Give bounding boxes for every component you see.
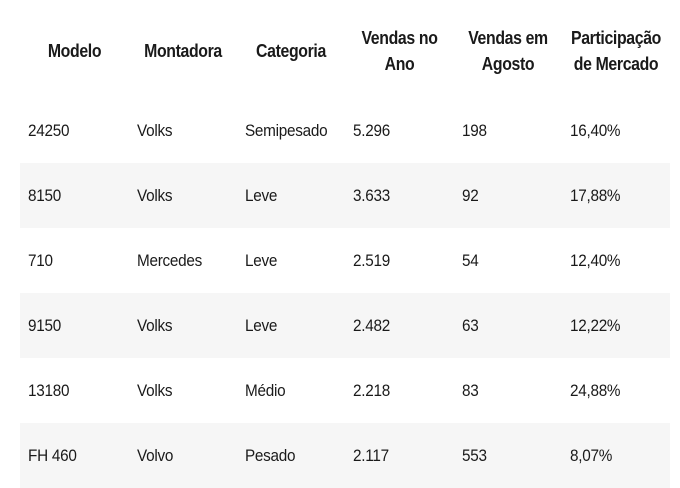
cell-text: Médio	[245, 380, 286, 400]
table-row: 8150 Volks Leve 3.633 92 17,88%	[20, 163, 670, 228]
cell-text: 12,22%	[570, 315, 621, 335]
header-participacao-line2: de Mercado	[573, 54, 659, 74]
cell-categoria: Leve	[237, 228, 345, 293]
cell-vendas-ano: 5.296	[345, 98, 454, 163]
cell-text: 12,40%	[570, 250, 621, 270]
cell-vendas-agosto: 83	[454, 358, 562, 423]
cell-vendas-ano: 3.633	[345, 163, 454, 228]
cell-modelo: 13180	[20, 358, 129, 423]
cell-text: 54	[462, 250, 479, 270]
cell-text: Leve	[245, 315, 278, 335]
cell-text: 710	[28, 250, 53, 270]
table-row: FH 460 Volvo Pesado 2.117 553 8,07%	[20, 423, 670, 488]
header-vendas-agosto-line1: Vendas em	[468, 28, 548, 48]
cell-montadora: Volks	[129, 98, 237, 163]
cell-text: 553	[462, 445, 487, 465]
cell-montadora: Volks	[129, 163, 237, 228]
cell-categoria: Pesado	[237, 423, 345, 488]
cell-modelo: 9150	[20, 293, 129, 358]
cell-text: 3.633	[353, 185, 390, 205]
header-categoria: Categoria	[243, 4, 339, 98]
cell-montadora: Volks	[129, 293, 237, 358]
sales-table: Modelo Montadora Categoria Vendas no Ano …	[20, 4, 670, 488]
cell-vendas-agosto: 198	[454, 98, 562, 163]
header-categoria-label: Categoria	[256, 41, 326, 61]
cell-text: 198	[462, 120, 487, 140]
cell-text: 92	[462, 185, 479, 205]
cell-text: 63	[462, 315, 479, 335]
cell-vendas-ano: 2.218	[345, 358, 454, 423]
header-modelo: Modelo	[26, 4, 123, 98]
cell-participacao: 12,22%	[562, 293, 670, 358]
table-row: 710 Mercedes Leve 2.519 54 12,40%	[20, 228, 670, 293]
cell-montadora: Mercedes	[129, 228, 237, 293]
cell-text: 2.519	[353, 250, 390, 270]
header-vendas-agosto: Vendas em Agosto	[460, 4, 556, 98]
header-row: Modelo Montadora Categoria Vendas no Ano …	[20, 4, 670, 98]
cell-text: 2.117	[353, 445, 389, 465]
cell-categoria: Leve	[237, 163, 345, 228]
table-row: 9150 Volks Leve 2.482 63 12,22%	[20, 293, 670, 358]
sales-table-container: Modelo Montadora Categoria Vendas no Ano …	[20, 4, 670, 488]
cell-modelo: FH 460	[20, 423, 129, 488]
header-vendas-ano: Vendas no Ano	[351, 4, 448, 98]
cell-vendas-agosto: 553	[454, 423, 562, 488]
table-body: 24250 Volks Semipesado 5.296 198 16,40% …	[20, 98, 670, 488]
header-vendas-ano-line1: Vendas no	[361, 28, 438, 48]
cell-vendas-ano: 2.519	[345, 228, 454, 293]
cell-text: 8150	[28, 185, 61, 205]
table-header: Modelo Montadora Categoria Vendas no Ano …	[20, 4, 670, 98]
header-montadora: Montadora	[135, 4, 231, 98]
header-vendas-ano-line2: Ano	[384, 54, 415, 74]
cell-modelo: 710	[20, 228, 129, 293]
cell-text: 2.218	[353, 380, 390, 400]
cell-participacao: 17,88%	[562, 163, 670, 228]
cell-vendas-agosto: 92	[454, 163, 562, 228]
cell-text: 9150	[28, 315, 61, 335]
cell-text: 24,88%	[570, 380, 621, 400]
header-modelo-label: Modelo	[47, 41, 102, 61]
cell-text: Pesado	[245, 445, 296, 465]
cell-text: 13180	[28, 380, 70, 400]
cell-text: 5.296	[353, 120, 390, 140]
table-row: 13180 Volks Médio 2.218 83 24,88%	[20, 358, 670, 423]
cell-text: 2.482	[353, 315, 390, 335]
cell-text: Mercedes	[137, 250, 203, 270]
cell-montadora: Volks	[129, 358, 237, 423]
cell-categoria: Leve	[237, 293, 345, 358]
cell-text: Volks	[137, 120, 173, 140]
cell-participacao: 12,40%	[562, 228, 670, 293]
header-montadora-label: Montadora	[144, 41, 222, 61]
header-participacao: Participação de Mercado	[568, 4, 664, 98]
cell-vendas-ano: 2.117	[345, 423, 454, 488]
cell-text: Volks	[137, 315, 173, 335]
cell-categoria: Médio	[237, 358, 345, 423]
cell-montadora: Volvo	[129, 423, 237, 488]
cell-text: FH 460	[28, 445, 77, 465]
cell-text: Volks	[137, 380, 173, 400]
cell-categoria: Semipesado	[237, 98, 345, 163]
cell-participacao: 16,40%	[562, 98, 670, 163]
cell-modelo: 24250	[20, 98, 129, 163]
header-vendas-agosto-line2: Agosto	[481, 54, 535, 74]
cell-text: Volks	[137, 185, 173, 205]
cell-text: 17,88%	[570, 185, 621, 205]
cell-text: 24250	[28, 120, 70, 140]
cell-text: Leve	[245, 250, 278, 270]
cell-text: Volvo	[137, 445, 174, 465]
header-participacao-line1: Participação	[570, 28, 661, 48]
cell-text: Semipesado	[245, 120, 328, 140]
cell-modelo: 8150	[20, 163, 129, 228]
cell-text: 16,40%	[570, 120, 621, 140]
cell-participacao: 8,07%	[562, 423, 670, 488]
cell-vendas-ano: 2.482	[345, 293, 454, 358]
cell-vendas-agosto: 54	[454, 228, 562, 293]
cell-participacao: 24,88%	[562, 358, 670, 423]
cell-text: 83	[462, 380, 479, 400]
cell-text: Leve	[245, 185, 278, 205]
cell-text: 8,07%	[570, 445, 613, 465]
cell-vendas-agosto: 63	[454, 293, 562, 358]
table-row: 24250 Volks Semipesado 5.296 198 16,40%	[20, 98, 670, 163]
